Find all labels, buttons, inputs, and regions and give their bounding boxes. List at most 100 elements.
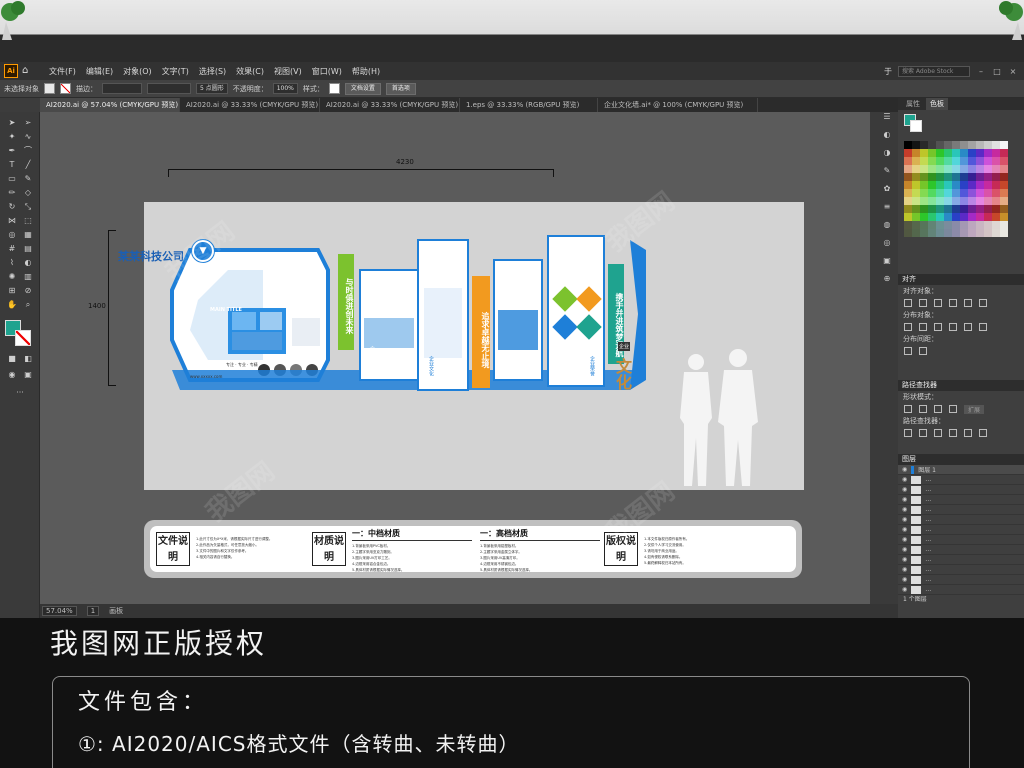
transform-icon[interactable]: ⊕ <box>882 274 892 284</box>
swatch[interactable] <box>920 213 928 221</box>
swatch[interactable] <box>976 141 984 149</box>
swatch[interactable] <box>952 189 960 197</box>
layer-row[interactable]: ◉… <box>898 585 1024 595</box>
transparency-icon[interactable]: ◍ <box>882 220 892 230</box>
swatch[interactable] <box>952 221 960 229</box>
swatch[interactable] <box>968 197 976 205</box>
swatch[interactable] <box>984 229 992 237</box>
blend-tool-icon[interactable]: ◐ <box>22 258 34 268</box>
swatch[interactable] <box>936 165 944 173</box>
swatch[interactable] <box>936 205 944 213</box>
swatch[interactable] <box>936 173 944 181</box>
swatch[interactable] <box>912 165 920 173</box>
menu-help[interactable]: 帮助(H) <box>347 66 385 77</box>
mesh-tool-icon[interactable]: # <box>6 244 18 254</box>
draw-mode-icon[interactable]: ◉ <box>6 370 18 380</box>
swatch[interactable] <box>992 205 1000 213</box>
swatch[interactable] <box>952 205 960 213</box>
stroke-weight-field[interactable] <box>102 83 142 94</box>
swatch[interactable] <box>976 173 984 181</box>
tab-doc-4[interactable]: 1.eps @ 33.33% (RGB/GPU 预览) <box>460 98 598 112</box>
swatch[interactable] <box>984 197 992 205</box>
artboard-tool-icon[interactable]: ⊞ <box>6 286 18 296</box>
symbol-sprayer-tool-icon[interactable]: ✺ <box>6 272 18 282</box>
swatch[interactable] <box>968 205 976 213</box>
layer-row[interactable]: ◉… <box>898 475 1024 485</box>
distribute-spacing-buttons[interactable] <box>898 345 1024 357</box>
layer-row[interactable]: ◉… <box>898 575 1024 585</box>
hand-tool-icon[interactable]: ✋ <box>6 300 18 310</box>
swatch[interactable] <box>904 221 912 229</box>
stock-search-input[interactable]: 搜索 Adobe Stock <box>898 65 970 77</box>
swatch[interactable] <box>928 189 936 197</box>
swatch[interactable] <box>928 181 936 189</box>
screen-mode-icon[interactable]: ▣ <box>22 370 34 380</box>
shape-mode-buttons[interactable]: 扩展 <box>898 403 1024 415</box>
swatch[interactable] <box>912 149 920 157</box>
swatch[interactable] <box>920 181 928 189</box>
align-objects-buttons[interactable] <box>898 297 1024 309</box>
layer-row-main[interactable]: ◉ 图层 1 <box>898 465 1024 475</box>
variable-width-field[interactable] <box>147 83 191 94</box>
swatch[interactable] <box>984 149 992 157</box>
swatch[interactable] <box>928 141 936 149</box>
slice-tool-icon[interactable]: ⊘ <box>22 286 34 296</box>
swatch[interactable] <box>976 165 984 173</box>
swatch[interactable] <box>944 221 952 229</box>
rectangle-tool-icon[interactable]: ▭ <box>6 174 18 184</box>
swatch[interactable] <box>920 141 928 149</box>
swatch[interactable] <box>992 157 1000 165</box>
swatch[interactable] <box>960 229 968 237</box>
swatch[interactable] <box>920 173 928 181</box>
swatch[interactable] <box>920 165 928 173</box>
layer-row[interactable]: ◉… <box>898 495 1024 505</box>
swatch[interactable] <box>1000 181 1008 189</box>
swatch[interactable] <box>976 197 984 205</box>
swatch[interactable] <box>936 157 944 165</box>
swatch[interactable] <box>944 213 952 221</box>
swatch[interactable] <box>984 165 992 173</box>
menu-view[interactable]: 视图(V) <box>269 66 307 77</box>
selection-tool-icon[interactable]: ➤ <box>6 118 18 128</box>
menu-effect[interactable]: 效果(C) <box>231 66 269 77</box>
direct-selection-tool-icon[interactable]: ➢ <box>22 118 34 128</box>
swatch[interactable] <box>960 165 968 173</box>
scale-tool-icon[interactable]: ⤡ <box>22 202 34 212</box>
swatch[interactable] <box>944 173 952 181</box>
swatch[interactable] <box>976 189 984 197</box>
swatch[interactable] <box>952 197 960 205</box>
swatch[interactable] <box>1000 213 1008 221</box>
swatch[interactable] <box>952 181 960 189</box>
layer-row[interactable]: ◉… <box>898 485 1024 495</box>
width-tool-icon[interactable]: ⋈ <box>6 216 18 226</box>
swatch[interactable] <box>936 141 944 149</box>
swatch[interactable] <box>992 181 1000 189</box>
swatch[interactable] <box>1000 149 1008 157</box>
swatch[interactable] <box>912 189 920 197</box>
brush-field[interactable]: 5 点圆形 <box>196 83 228 94</box>
swatch[interactable] <box>968 213 976 221</box>
lasso-tool-icon[interactable]: ∿ <box>22 132 34 142</box>
swatch[interactable] <box>960 221 968 229</box>
swatch[interactable] <box>960 205 968 213</box>
stroke-icon[interactable]: ≡ <box>882 202 892 212</box>
gradient-tool-icon[interactable]: ▤ <box>22 244 34 254</box>
swatch[interactable] <box>944 141 952 149</box>
swatch[interactable] <box>928 197 936 205</box>
swatch[interactable] <box>968 221 976 229</box>
swatch[interactable] <box>920 229 928 237</box>
swatch[interactable] <box>912 173 920 181</box>
swatch[interactable] <box>904 149 912 157</box>
distribute-objects-buttons[interactable] <box>898 321 1024 333</box>
swatch[interactable] <box>992 197 1000 205</box>
stroke-color-swatch[interactable] <box>15 330 31 346</box>
swatch[interactable] <box>944 157 952 165</box>
swatch[interactable] <box>928 173 936 181</box>
swatch[interactable] <box>936 213 944 221</box>
swatch[interactable] <box>912 141 920 149</box>
swatch[interactable] <box>912 197 920 205</box>
swatch[interactable] <box>952 141 960 149</box>
swatch[interactable] <box>968 157 976 165</box>
swatch[interactable] <box>912 157 920 165</box>
swatch-grid[interactable] <box>904 141 1010 237</box>
